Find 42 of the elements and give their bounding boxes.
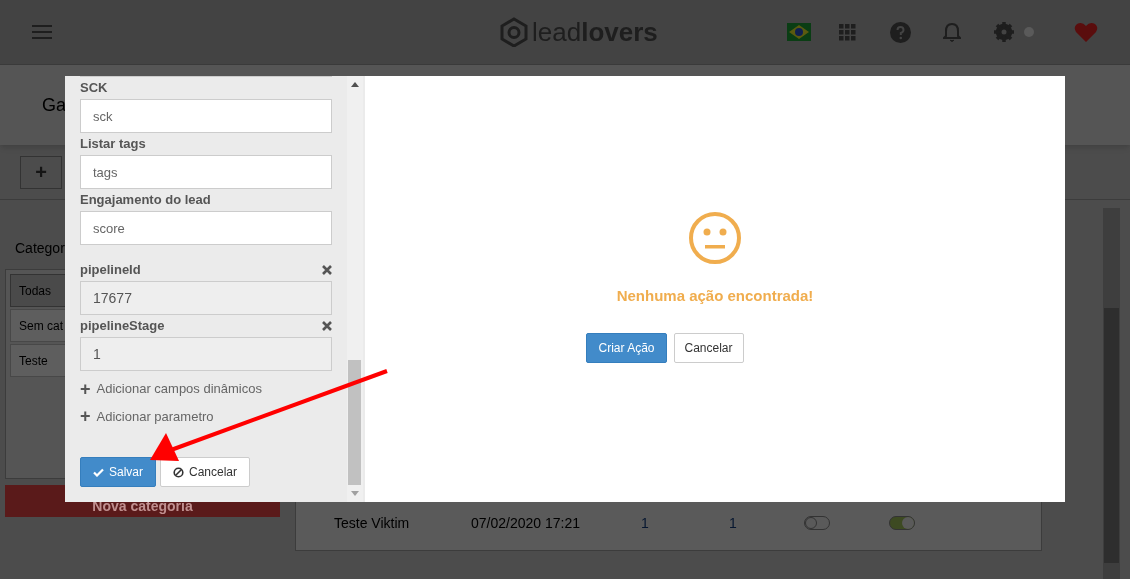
field-label: Engajamento do lead	[80, 191, 211, 210]
input-field[interactable]: 17677	[80, 281, 332, 315]
table-cell: 1	[641, 515, 649, 531]
ban-icon	[173, 466, 184, 478]
field-label: SCK	[80, 79, 108, 98]
section-heading: Categor	[14, 239, 66, 258]
page-title: Ga	[42, 93, 66, 117]
scroll-up-icon[interactable]	[351, 82, 359, 87]
toggle-switch[interactable]	[889, 516, 915, 530]
remove-icon[interactable]	[322, 321, 332, 331]
menu-icon[interactable]	[32, 24, 52, 40]
create-action-button[interactable]: Criar Ação	[586, 332, 667, 363]
remove-icon[interactable]	[322, 265, 332, 275]
panel-scrollbar[interactable]	[347, 76, 363, 502]
input-field[interactable]: sck	[80, 99, 332, 133]
bell-icon[interactable]	[943, 21, 961, 43]
scroll-thumb[interactable]	[348, 360, 361, 485]
heart-icon[interactable]	[1074, 21, 1098, 43]
page-scrollbar[interactable]	[1103, 208, 1120, 579]
input-field[interactable]: 1	[80, 337, 332, 371]
input-field[interactable]: score	[80, 211, 332, 245]
check-icon	[93, 467, 104, 477]
plus-icon: +	[80, 379, 91, 398]
add-link[interactable]: Adicionar campos dinâmicos	[96, 379, 262, 399]
cancel-button[interactable]: Cancelar	[673, 332, 744, 363]
table-cell: 07/02/2020 17:21	[471, 515, 580, 531]
hexagon-logo-icon	[500, 17, 528, 47]
brazil-flag-icon[interactable]	[787, 23, 811, 41]
add-link[interactable]: Adicionar parametro	[96, 406, 214, 426]
settings-icon[interactable]	[994, 22, 1014, 42]
cancel-button[interactable]: Cancelar	[160, 457, 251, 487]
scroll-thumb[interactable]	[1104, 308, 1119, 563]
table-cell: Teste Viktim	[334, 515, 410, 531]
help-icon[interactable]	[890, 21, 911, 43]
apps-grid-icon[interactable]	[839, 23, 856, 41]
table-cell: 1	[729, 515, 737, 531]
save-button[interactable]: Salvar	[80, 457, 156, 487]
field-label: Listar tags	[80, 135, 146, 154]
empty-message: Nenhuma ação encontrada!	[616, 286, 814, 306]
neutral-face-icon	[688, 211, 742, 265]
plus-icon: +	[80, 407, 91, 426]
input-field[interactable]: tags	[80, 155, 332, 189]
